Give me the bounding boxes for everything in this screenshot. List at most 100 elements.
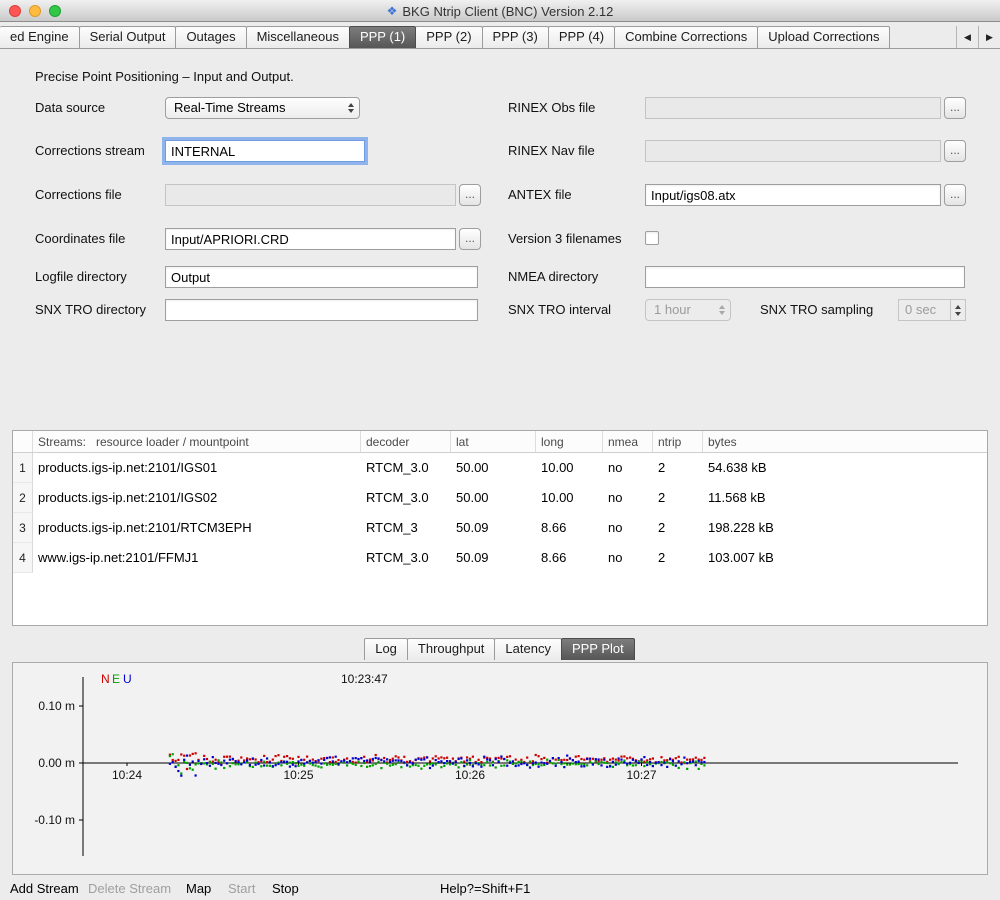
- table-cell: 50.00: [451, 453, 536, 483]
- coordinates-file-input[interactable]: [165, 228, 456, 250]
- bottom-tab-ppp-plot[interactable]: PPP Plot: [561, 638, 635, 660]
- table-cell: RTCM_3.0: [361, 543, 451, 573]
- tab-ppp-3[interactable]: PPP (3): [482, 26, 549, 48]
- data-source-select[interactable]: Real-Time Streams: [165, 97, 360, 119]
- top-tab-bar: ed EngineSerial OutputOutagesMiscellaneo…: [0, 22, 1000, 49]
- tab-ppp-1[interactable]: PPP (1): [349, 26, 416, 48]
- header-ntrip: ntrip: [653, 431, 703, 452]
- bottom-tab-latency[interactable]: Latency: [494, 638, 562, 660]
- table-cell: no: [603, 453, 653, 483]
- table-cell: no: [603, 543, 653, 573]
- antex-file-label: ANTEX file: [508, 184, 572, 206]
- statusbar-add-stream[interactable]: Add Stream: [10, 881, 79, 896]
- tab-ppp-4[interactable]: PPP (4): [548, 26, 615, 48]
- minimize-button[interactable]: [29, 5, 41, 17]
- svg-text:10:26: 10:26: [455, 768, 485, 782]
- statusbar-stop[interactable]: Stop: [272, 881, 299, 896]
- statusbar-delete-stream: Delete Stream: [88, 881, 171, 896]
- antex-file-input[interactable]: [645, 184, 941, 206]
- snx-tro-directory-input[interactable]: [165, 299, 478, 321]
- table-cell: 2: [653, 513, 703, 543]
- rinex-obs-file-label: RINEX Obs file: [508, 97, 595, 119]
- table-row[interactable]: 2products.igs-ip.net:2101/IGS02RTCM_3.05…: [13, 483, 987, 513]
- snx-tro-interval-label: SNX TRO interval: [508, 299, 611, 321]
- tab-serial-output[interactable]: Serial Output: [79, 26, 177, 48]
- table-row[interactable]: 1products.igs-ip.net:2101/IGS01RTCM_3.05…: [13, 453, 987, 483]
- bottom-tab-log[interactable]: Log: [364, 638, 408, 660]
- table-cell: no: [603, 483, 653, 513]
- tab-outages[interactable]: Outages: [175, 26, 246, 48]
- version3-filenames-checkbox[interactable]: [645, 231, 659, 245]
- corrections-file-input: [165, 184, 456, 206]
- svg-text:-0.10 m: -0.10 m: [34, 813, 75, 827]
- table-cell: RTCM_3: [361, 513, 451, 543]
- version3-filenames-label: Version 3 filenames: [508, 228, 621, 250]
- snx-tro-directory-label: SNX TRO directory: [35, 299, 146, 321]
- table-cell: 2: [653, 453, 703, 483]
- table-cell: products.igs-ip.net:2101/IGS01: [33, 453, 361, 483]
- rinex-nav-file-browse-button[interactable]: ...: [944, 140, 966, 162]
- svg-text:10:25: 10:25: [283, 768, 313, 782]
- coordinates-file-browse-button[interactable]: ...: [459, 228, 481, 250]
- tab-upload-corrections[interactable]: Upload Corrections: [757, 26, 890, 48]
- tab-scroll-right-button[interactable]: ▶: [978, 26, 1000, 48]
- close-button[interactable]: [9, 5, 21, 17]
- rinex-nav-file-label: RINEX Nav file: [508, 140, 595, 162]
- tab-ed-engine[interactable]: ed Engine: [0, 26, 80, 48]
- streams-table-body: 1products.igs-ip.net:2101/IGS01RTCM_3.05…: [13, 453, 987, 573]
- statusbar-start: Start: [228, 881, 255, 896]
- tab-miscellaneous[interactable]: Miscellaneous: [246, 26, 350, 48]
- tab-combine-corrections[interactable]: Combine Corrections: [614, 26, 758, 48]
- zoom-button[interactable]: [49, 5, 61, 17]
- snx-tro-sampling-spinner: 0 sec: [898, 299, 966, 321]
- spinner-arrows-icon: [950, 300, 965, 320]
- tab-scroll-buttons: ◀ ▶: [956, 26, 1000, 48]
- table-row[interactable]: 3products.igs-ip.net:2101/RTCM3EPHRTCM_3…: [13, 513, 987, 543]
- app-window: ❖ BKG Ntrip Client (BNC) Version 2.12 ed…: [0, 0, 1000, 900]
- svg-text:10:27: 10:27: [626, 768, 656, 782]
- ppp-plot-svg: 0.10 m0.00 m-0.10 m10:2410:2510:2610:27N…: [13, 663, 987, 874]
- svg-text:E: E: [112, 672, 120, 686]
- streams-table-header: Streams: resource loader / mountpoint de…: [13, 431, 987, 453]
- header-long: long: [536, 431, 603, 452]
- table-cell: 11.568 kB: [703, 483, 987, 513]
- corrections-stream-label: Corrections stream: [35, 140, 145, 162]
- corrections-file-browse-button[interactable]: ...: [459, 184, 481, 206]
- statusbar-map[interactable]: Map: [186, 881, 211, 896]
- svg-text:0.10 m: 0.10 m: [38, 699, 75, 713]
- table-cell: 50.09: [451, 543, 536, 573]
- traffic-lights: [9, 5, 61, 17]
- table-cell: RTCM_3.0: [361, 453, 451, 483]
- snx-tro-interval-value: 1 hour: [654, 302, 691, 317]
- table-cell: 50.00: [451, 483, 536, 513]
- tab-scroll-left-button[interactable]: ◀: [956, 26, 978, 48]
- table-cell: no: [603, 513, 653, 543]
- logfile-directory-input[interactable]: [165, 266, 478, 288]
- app-icon: ❖: [387, 4, 398, 18]
- svg-text:10:23:47: 10:23:47: [341, 672, 388, 686]
- svg-text:10:24: 10:24: [112, 768, 142, 782]
- row-number: 2: [13, 483, 33, 513]
- tab-ppp-2[interactable]: PPP (2): [415, 26, 482, 48]
- window-title-wrap: ❖ BKG Ntrip Client (BNC) Version 2.12: [0, 0, 1000, 22]
- streams-table: Streams: resource loader / mountpoint de…: [12, 430, 988, 626]
- combo-arrows-icon: [348, 103, 354, 113]
- header-bytes: bytes: [703, 431, 987, 452]
- ppp-description: Precise Point Positioning – Input and Ou…: [35, 66, 294, 88]
- data-source-value: Real-Time Streams: [174, 100, 285, 115]
- table-cell: 2: [653, 543, 703, 573]
- row-number: 1: [13, 453, 33, 483]
- bottom-tab-bar: LogThroughputLatencyPPP Plot: [0, 638, 1000, 660]
- window-title: BKG Ntrip Client (BNC) Version 2.12: [402, 4, 613, 19]
- header-decoder: decoder: [361, 431, 451, 452]
- rinex-nav-file-input: [645, 140, 941, 162]
- bottom-tab-throughput[interactable]: Throughput: [407, 638, 496, 660]
- nmea-directory-input[interactable]: [645, 266, 965, 288]
- snx-tro-sampling-value: 0 sec: [905, 302, 936, 317]
- data-source-label: Data source: [35, 97, 105, 119]
- rinex-obs-file-browse-button[interactable]: ...: [944, 97, 966, 119]
- table-row[interactable]: 4www.igs-ip.net:2101/FFMJ1RTCM_3.050.098…: [13, 543, 987, 573]
- antex-file-browse-button[interactable]: ...: [944, 184, 966, 206]
- svg-text:N: N: [101, 672, 110, 686]
- corrections-stream-input[interactable]: [165, 140, 365, 162]
